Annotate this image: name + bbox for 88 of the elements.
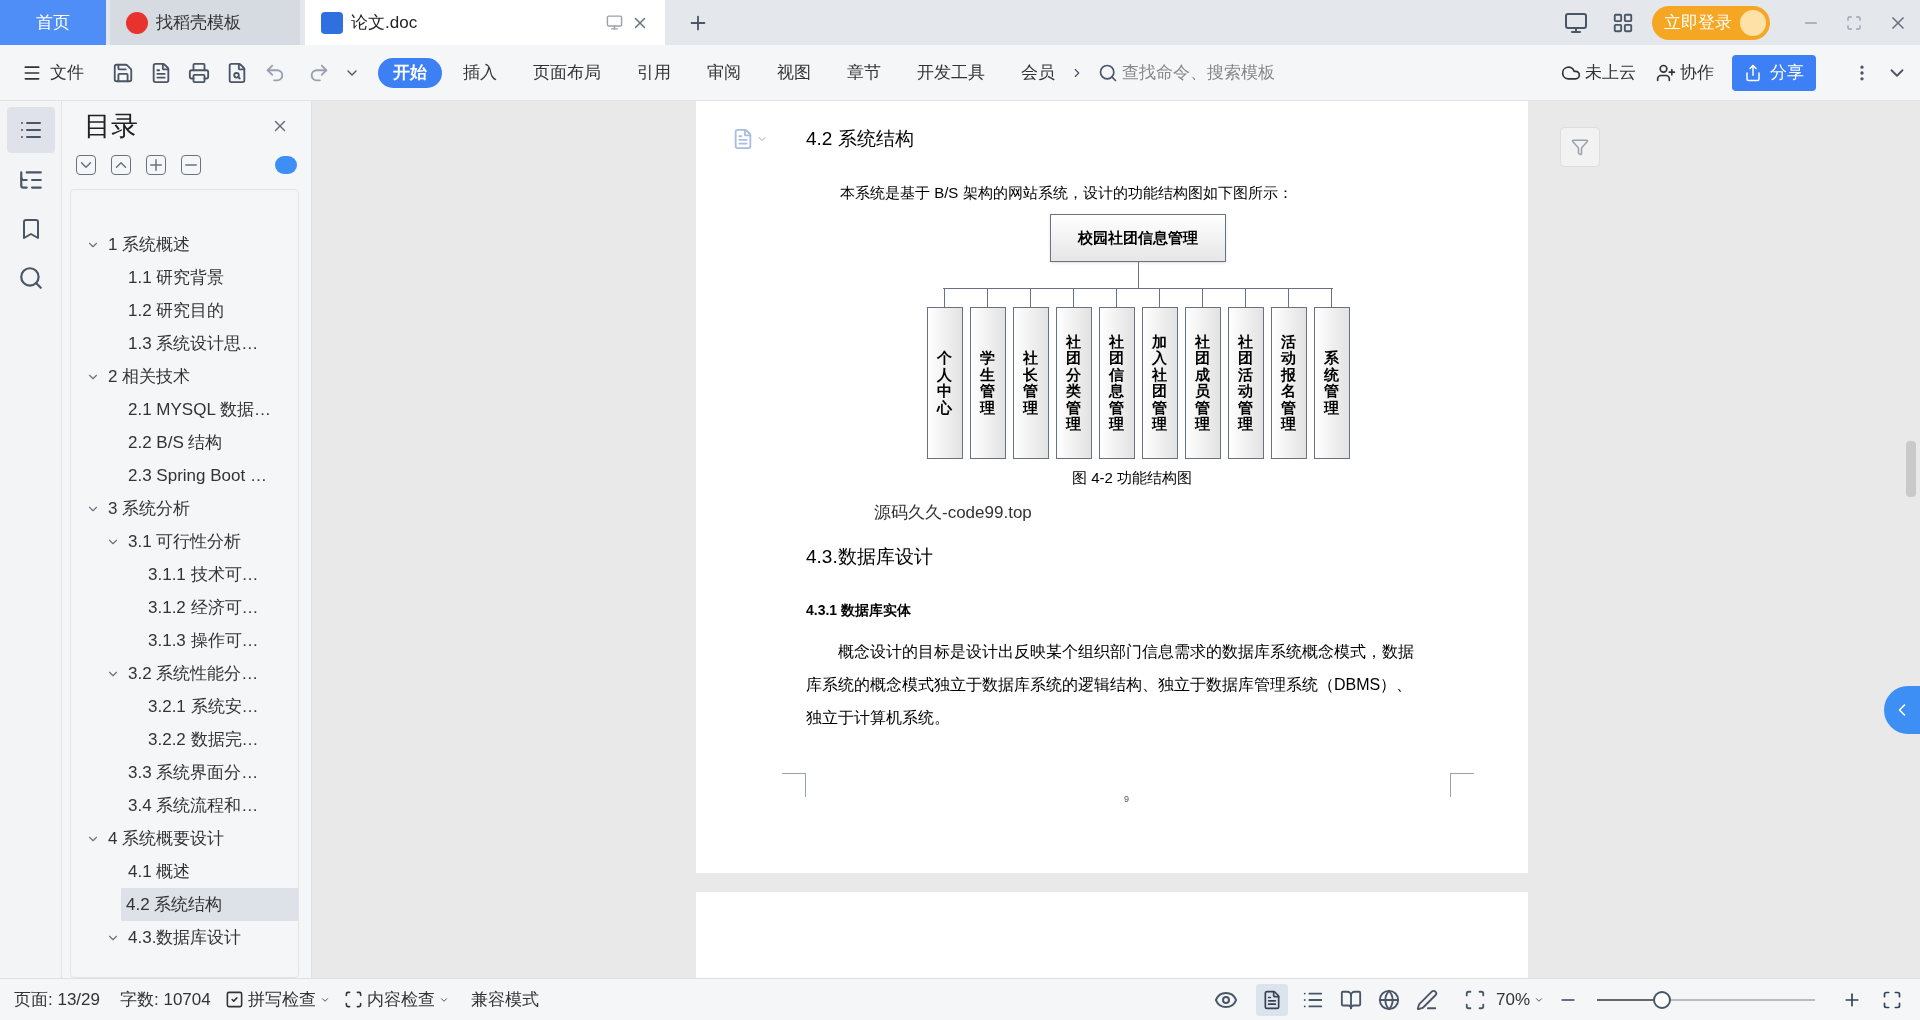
toc-item[interactable]: 3.4 系统流程和… xyxy=(123,789,267,822)
template-tab[interactable]: 找稻壳模板 xyxy=(110,0,300,45)
scan-icon xyxy=(343,990,363,1009)
expand-all-icon[interactable] xyxy=(76,155,96,175)
fullscreen-icon[interactable] xyxy=(1882,989,1902,1010)
side-panel-toggle[interactable] xyxy=(1884,686,1920,734)
more-options-icon[interactable] xyxy=(275,156,297,174)
toc-item[interactable]: 1.2 研究目的 xyxy=(123,294,233,327)
toc-item[interactable]: 2 相关技术 xyxy=(103,360,199,393)
command-search-field[interactable]: 查找命令、搜索模板 xyxy=(1098,59,1328,86)
content-check-button[interactable]: 内容检查 xyxy=(343,986,449,1013)
layout-icon[interactable] xyxy=(1564,10,1588,35)
toc-item[interactable]: 1 系统概述 xyxy=(103,228,199,261)
toc-item[interactable]: 2.3 Spring Boot … xyxy=(123,459,275,492)
search-icon[interactable] xyxy=(17,265,44,291)
checkbox-icon xyxy=(224,990,244,1009)
ribbon-tab[interactable]: 页面布局 xyxy=(518,57,616,88)
toc-item[interactable]: 4.3.数据库设计 xyxy=(123,921,250,954)
ribbon-tab[interactable]: 审阅 xyxy=(692,57,756,88)
toc-item[interactable]: 2.2 B/S 结构 xyxy=(123,426,231,459)
ribbon-tab[interactable]: 会员 xyxy=(1006,57,1070,88)
subsection-heading: 4.3.1 数据库实体 xyxy=(806,600,913,620)
toc-panel-icon[interactable] xyxy=(6,107,55,153)
toc-item[interactable]: 3.1.1 技术可… xyxy=(143,558,267,591)
toc-item[interactable]: 4.2 系统结构 xyxy=(121,888,298,921)
toc-item[interactable]: 1.3 系统设计思… xyxy=(123,327,267,360)
save-icon[interactable] xyxy=(112,61,134,84)
page-view-icon[interactable] xyxy=(1255,983,1288,1016)
toc-item[interactable]: 1.1 研究背景 xyxy=(123,261,233,294)
ribbon-tab[interactable]: 章节 xyxy=(832,57,896,88)
figure-caption: 图 4-2 功能结构图 xyxy=(1071,468,1193,488)
page-number: 9 xyxy=(1124,793,1129,806)
compat-mode: 兼容模式 xyxy=(470,988,539,1011)
apps-grid-icon[interactable] xyxy=(1612,11,1634,34)
avatar-icon xyxy=(1740,9,1766,36)
ribbon-tab[interactable]: 视图 xyxy=(762,57,826,88)
spell-check-button[interactable]: 拼写检查 xyxy=(224,986,330,1013)
demote-icon[interactable] xyxy=(181,155,201,175)
section-heading: 4.2 系统结构 xyxy=(806,127,914,151)
ribbon-tab[interactable]: 开始 xyxy=(378,57,442,88)
toc-item[interactable]: 3.2.1 系统安… xyxy=(143,690,267,723)
print-icon[interactable] xyxy=(188,61,210,84)
toc-item[interactable]: 4 系统概要设计 xyxy=(103,822,233,855)
search-icon xyxy=(1098,62,1118,83)
function-structure-drawing: 校园社团信息管理 个人中心 学生管理 社长管理 社团分类管理 社团信息管理 加入社团管理 社团成员管理 社团活动管理 活动报名管理 系统管理 xyxy=(922,214,1354,459)
toc-item[interactable]: 3.1 可行性分析 xyxy=(123,525,250,558)
monitor-icon[interactable] xyxy=(606,14,623,31)
word-count: 字数: 10704 xyxy=(120,988,211,1011)
corner-mark-right xyxy=(1450,773,1474,797)
toc-item[interactable]: 3.2 系统性能分… xyxy=(123,657,267,690)
file-menu-button[interactable]: 文件 xyxy=(22,59,84,86)
docer-logo-icon xyxy=(126,11,148,34)
document-tab[interactable]: 论文.doc xyxy=(305,0,665,45)
cloud-button[interactable]: 未上云 xyxy=(1561,59,1636,86)
page-count: 页面: 13/29 xyxy=(14,988,100,1011)
collaborate-button[interactable]: 协作 xyxy=(1656,59,1714,86)
toc-item[interactable]: 3.2.2 数据完… xyxy=(143,723,267,756)
toc-item[interactable]: 3 系统分析 xyxy=(103,492,199,525)
ribbon-tab[interactable]: 引用 xyxy=(622,57,686,88)
pen-icon[interactable] xyxy=(1415,988,1438,1011)
scrollbar-thumb[interactable] xyxy=(1906,441,1916,497)
toc-item[interactable]: 3.1.3 操作可… xyxy=(143,624,267,657)
collapse-all-icon[interactable] xyxy=(111,155,131,175)
web-view-icon[interactable] xyxy=(1377,988,1400,1011)
fit-page-icon[interactable] xyxy=(1463,988,1486,1011)
zoom-thumb[interactable] xyxy=(1653,990,1672,1009)
section-heading: 4.3.数据库设计 xyxy=(806,545,934,569)
share-button[interactable]: 分享 xyxy=(1732,54,1816,91)
ribbon-tab[interactable]: 插入 xyxy=(448,57,512,88)
writer-logo-icon xyxy=(321,11,343,34)
toc-item[interactable]: 2.1 MYSQL 数据… xyxy=(123,393,279,426)
ribbon-tab[interactable]: 开发工具 xyxy=(902,57,1000,88)
toc-item[interactable]: 3.3 系统界面分… xyxy=(123,756,267,789)
body-paragraph: 概念设计的目标是设计出反映某个组织部门信息需求的数据库系统概念模式，数据库系统的概念模式独立于数据库系统的逻辑结构、独立于数据库管理系统（DBMS）、独立于计算机系统。 xyxy=(806,641,1415,728)
filter-icon xyxy=(1571,138,1589,156)
print-preview-icon[interactable] xyxy=(226,61,248,84)
stamp-text: 源码久久-code99.top xyxy=(874,501,1033,524)
corner-mark-left xyxy=(782,773,806,797)
share-icon xyxy=(1744,63,1762,82)
promote-icon[interactable] xyxy=(146,155,166,175)
export-icon[interactable] xyxy=(150,61,172,84)
toc-item[interactable]: 3.1.2 经济可… xyxy=(143,591,267,624)
add-user-icon xyxy=(1656,62,1676,83)
toc-title: 目录 xyxy=(84,109,138,143)
intro-text: 本系统是基于 B/S 架构的网站系统，设计的功能结构图如下图所示： xyxy=(840,182,1294,203)
toc-item[interactable]: 4.1 概述 xyxy=(123,855,199,888)
reading-icon[interactable] xyxy=(1339,988,1362,1011)
zoom-dropdown[interactable]: 70% xyxy=(1495,986,1544,1013)
